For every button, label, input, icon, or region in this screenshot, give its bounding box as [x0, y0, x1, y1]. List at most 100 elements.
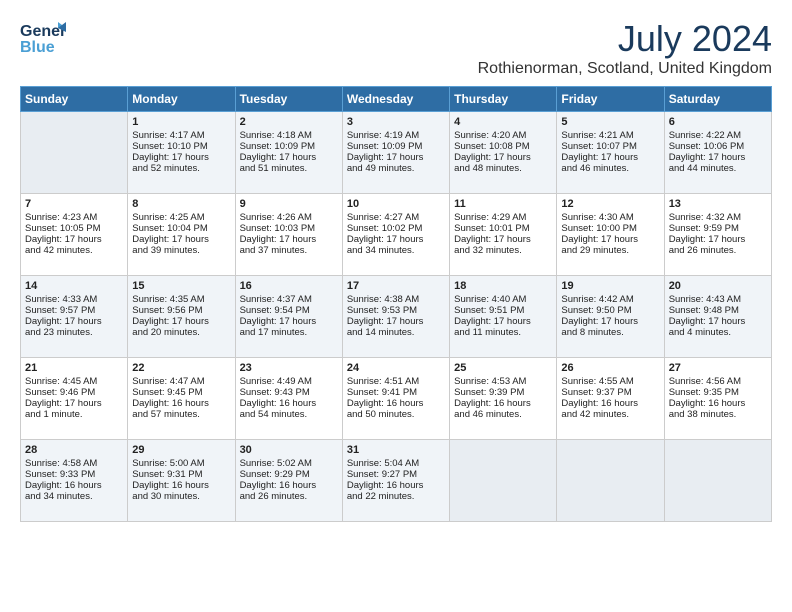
- col-monday: Monday: [128, 87, 235, 112]
- cell-w5-d4: [450, 440, 557, 522]
- day-info-line: Daylight: 17 hours: [25, 234, 123, 245]
- col-thursday: Thursday: [450, 87, 557, 112]
- day-number: 4: [454, 116, 552, 128]
- day-info-line: Sunset: 10:10 PM: [132, 141, 230, 152]
- day-info-line: Sunset: 10:00 PM: [561, 223, 659, 234]
- day-info-line: and 48 minutes.: [454, 163, 552, 174]
- day-number: 31: [347, 444, 445, 456]
- day-number: 19: [561, 280, 659, 292]
- day-info-line: Daylight: 16 hours: [561, 398, 659, 409]
- day-number: 21: [25, 362, 123, 374]
- col-tuesday: Tuesday: [235, 87, 342, 112]
- day-info-line: and 11 minutes.: [454, 327, 552, 338]
- day-info-line: Sunrise: 4:35 AM: [132, 294, 230, 305]
- day-number: 3: [347, 116, 445, 128]
- day-info-line: Sunrise: 4:56 AM: [669, 376, 767, 387]
- day-info-line: Daylight: 16 hours: [347, 480, 445, 491]
- cell-w4-d1: 22Sunrise: 4:47 AMSunset: 9:45 PMDayligh…: [128, 358, 235, 440]
- day-info-line: Sunrise: 4:38 AM: [347, 294, 445, 305]
- day-info-line: Sunrise: 4:37 AM: [240, 294, 338, 305]
- day-info-line: Daylight: 17 hours: [454, 316, 552, 327]
- cell-w1-d4: 4Sunrise: 4:20 AMSunset: 10:08 PMDayligh…: [450, 112, 557, 194]
- cell-w1-d3: 3Sunrise: 4:19 AMSunset: 10:09 PMDayligh…: [342, 112, 449, 194]
- day-info-line: Sunrise: 4:40 AM: [454, 294, 552, 305]
- day-info-line: Sunset: 10:05 PM: [25, 223, 123, 234]
- day-info-line: and 42 minutes.: [25, 245, 123, 256]
- location-subtitle: Rothienorman, Scotland, United Kingdom: [478, 60, 772, 78]
- day-info-line: Daylight: 17 hours: [561, 152, 659, 163]
- day-info-line: and 20 minutes.: [132, 327, 230, 338]
- cell-w2-d1: 8Sunrise: 4:25 AMSunset: 10:04 PMDayligh…: [128, 194, 235, 276]
- day-info-line: Sunrise: 4:47 AM: [132, 376, 230, 387]
- day-info-line: Daylight: 17 hours: [25, 316, 123, 327]
- day-info-line: Sunset: 10:02 PM: [347, 223, 445, 234]
- day-info-line: Sunset: 9:59 PM: [669, 223, 767, 234]
- day-number: 18: [454, 280, 552, 292]
- day-info-line: Sunrise: 4:45 AM: [25, 376, 123, 387]
- day-info-line: Sunrise: 4:29 AM: [454, 212, 552, 223]
- day-info-line: Daylight: 16 hours: [132, 480, 230, 491]
- header: General Blue July 2024 Rothienorman, Sco…: [20, 18, 772, 78]
- cell-w3-d3: 17Sunrise: 4:38 AMSunset: 9:53 PMDayligh…: [342, 276, 449, 358]
- day-info-line: Sunrise: 4:43 AM: [669, 294, 767, 305]
- day-info-line: Sunset: 9:43 PM: [240, 387, 338, 398]
- day-number: 2: [240, 116, 338, 128]
- day-number: 13: [669, 198, 767, 210]
- day-info-line: Sunrise: 5:04 AM: [347, 458, 445, 469]
- col-friday: Friday: [557, 87, 664, 112]
- week-row-2: 7Sunrise: 4:23 AMSunset: 10:05 PMDayligh…: [21, 194, 772, 276]
- day-number: 14: [25, 280, 123, 292]
- day-info-line: Sunrise: 4:53 AM: [454, 376, 552, 387]
- day-info-line: Sunrise: 4:33 AM: [25, 294, 123, 305]
- day-info-line: Sunset: 9:35 PM: [669, 387, 767, 398]
- day-number: 10: [347, 198, 445, 210]
- day-info-line: Sunrise: 4:32 AM: [669, 212, 767, 223]
- day-info-line: Daylight: 17 hours: [132, 316, 230, 327]
- cell-w3-d0: 14 Sunrise: 4:33 AMSunset: 9:57 PMDayligh…: [21, 276, 128, 358]
- day-info-line: Daylight: 16 hours: [132, 398, 230, 409]
- day-info-line: Sunset: 9:27 PM: [347, 469, 445, 480]
- day-info-line: Sunrise: 4:25 AM: [132, 212, 230, 223]
- day-info-line: and 49 minutes.: [347, 163, 445, 174]
- cell-w3-d6: 20Sunrise: 4:43 AMSunset: 9:48 PMDayligh…: [664, 276, 771, 358]
- day-info-line: Daylight: 16 hours: [240, 480, 338, 491]
- day-info-line: and 37 minutes.: [240, 245, 338, 256]
- day-number: 6: [669, 116, 767, 128]
- day-number: 24: [347, 362, 445, 374]
- day-info-line: and 54 minutes.: [240, 409, 338, 420]
- day-info-line: Daylight: 17 hours: [454, 234, 552, 245]
- col-saturday: Saturday: [664, 87, 771, 112]
- day-info-line: and 32 minutes.: [454, 245, 552, 256]
- day-number: 30: [240, 444, 338, 456]
- day-info-line: Sunrise: 4:55 AM: [561, 376, 659, 387]
- day-info-line: Sunset: 9:57 PM: [25, 305, 123, 316]
- day-info-line: and 1 minute.: [25, 409, 123, 420]
- title-block: July 2024 Rothienorman, Scotland, United…: [478, 18, 772, 78]
- day-number: 28: [25, 444, 123, 456]
- cell-w1-d2: 2Sunrise: 4:18 AMSunset: 10:09 PMDayligh…: [235, 112, 342, 194]
- day-info-line: Daylight: 17 hours: [240, 234, 338, 245]
- day-info-line: Sunset: 10:04 PM: [132, 223, 230, 234]
- day-info-line: Sunset: 9:56 PM: [132, 305, 230, 316]
- day-info-line: Daylight: 17 hours: [454, 152, 552, 163]
- col-wednesday: Wednesday: [342, 87, 449, 112]
- day-info-line: and 17 minutes.: [240, 327, 338, 338]
- day-info-line: Daylight: 17 hours: [561, 316, 659, 327]
- day-info-line: Sunrise: 4:30 AM: [561, 212, 659, 223]
- day-info-line: Sunrise: 4:20 AM: [454, 130, 552, 141]
- day-info-line: Daylight: 17 hours: [669, 316, 767, 327]
- day-info-line: Sunset: 9:33 PM: [25, 469, 123, 480]
- day-info-line: Sunrise: 4:51 AM: [347, 376, 445, 387]
- day-number: 8: [132, 198, 230, 210]
- day-number: 22: [132, 362, 230, 374]
- day-info-line: Daylight: 17 hours: [347, 316, 445, 327]
- svg-text:Blue: Blue: [20, 39, 55, 56]
- day-info-line: and 46 minutes.: [561, 163, 659, 174]
- calendar-page: General Blue July 2024 Rothienorman, Sco…: [0, 0, 792, 532]
- day-info-line: Daylight: 17 hours: [347, 234, 445, 245]
- day-number: 23: [240, 362, 338, 374]
- day-info-line: Daylight: 17 hours: [25, 398, 123, 409]
- day-info-line: Sunrise: 4:17 AM: [132, 130, 230, 141]
- day-number: 11: [454, 198, 552, 210]
- cell-w3-d4: 18Sunrise: 4:40 AMSunset: 9:51 PMDayligh…: [450, 276, 557, 358]
